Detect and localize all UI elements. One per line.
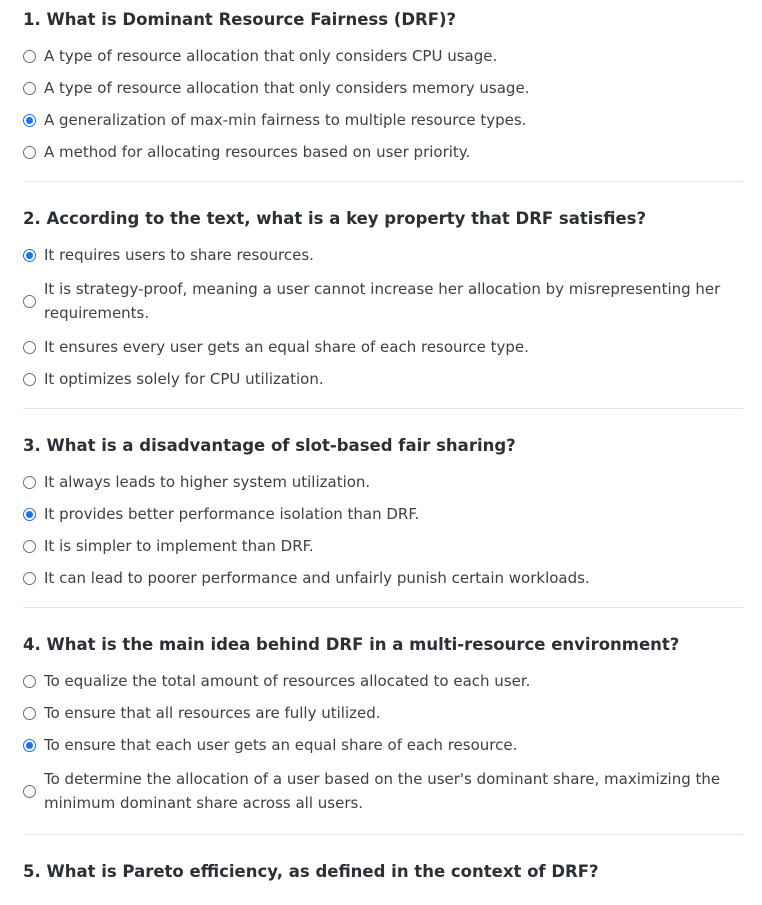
radio-unselected-icon[interactable] [23, 81, 36, 95]
question-5: 5. What is Pareto efficiency, as defined… [23, 860, 743, 905]
radio-selected-icon[interactable] [23, 738, 36, 752]
radio-selected-icon[interactable] [23, 113, 36, 127]
answer-option-label: To ensure that all resources are fully u… [44, 704, 381, 722]
question-4: 4. What is the main idea behind DRF in a… [23, 633, 743, 835]
answer-option[interactable]: To equalize the total amount of resource… [23, 665, 743, 697]
question-3: 3. What is a disadvantage of slot-based … [23, 434, 743, 608]
question-title: 1. What is Dominant Resource Fairness (D… [23, 10, 457, 29]
radio-unselected-icon[interactable] [23, 294, 36, 308]
radio-unselected-icon[interactable] [23, 571, 36, 585]
answer-option-label: A type of resource allocation that only … [44, 79, 530, 97]
quiz-container: 1. What is Dominant Resource Fairness (D… [0, 0, 762, 905]
question-2: 2. According to the text, what is a key … [23, 207, 743, 409]
radio-unselected-icon[interactable] [23, 539, 36, 553]
answer-option[interactable]: It requires users to share resources. [23, 239, 743, 271]
radio-unselected-icon[interactable] [23, 475, 36, 489]
radio-unselected-icon[interactable] [23, 145, 36, 159]
answer-option-label: To equalize the total amount of resource… [44, 672, 531, 690]
question-title: 4. What is the main idea behind DRF in a… [23, 635, 680, 654]
radio-selected-icon[interactable] [23, 248, 36, 262]
answer-option[interactable]: A method for allocating resources based … [23, 136, 743, 168]
question-1: 1. What is Dominant Resource Fairness (D… [23, 8, 743, 182]
answer-option[interactable]: A type of resource allocation that only … [23, 72, 743, 104]
answer-option[interactable]: It provides better performance isolation… [23, 498, 743, 530]
answer-option-label: A type of resource allocation that only … [44, 47, 498, 65]
answer-option-label: To ensure that each user gets an equal s… [44, 736, 518, 754]
answer-option[interactable]: To ensure that each user gets an equal s… [23, 729, 743, 761]
answer-option-label: A method for allocating resources based … [44, 143, 471, 161]
answer-option-label: It optimizes solely for CPU utilization. [44, 370, 324, 388]
answer-option-label: It provides better performance isolation… [44, 505, 420, 523]
question-title: 2. According to the text, what is a key … [23, 209, 647, 228]
radio-unselected-icon[interactable] [23, 340, 36, 354]
answer-option-label: It is strategy-proof, meaning a user can… [44, 280, 721, 322]
answer-option-label: It ensures every user gets an equal shar… [44, 338, 529, 356]
radio-unselected-icon[interactable] [23, 784, 36, 798]
answer-option[interactable]: It can lead to poorer performance and un… [23, 562, 743, 594]
answer-option[interactable]: It is simpler to implement than DRF. [23, 530, 743, 562]
answer-option-label: It always leads to higher system utiliza… [44, 473, 371, 491]
radio-unselected-icon[interactable] [23, 674, 36, 688]
answer-option-label: It can lead to poorer performance and un… [44, 569, 590, 587]
answer-option-label: To determine the allocation of a user ba… [44, 770, 721, 812]
radio-selected-icon[interactable] [23, 507, 36, 521]
radio-unselected-icon[interactable] [23, 706, 36, 720]
radio-unselected-icon[interactable] [23, 49, 36, 63]
answer-option[interactable]: It ensures every user gets an equal shar… [23, 331, 743, 363]
answer-option-label: It requires users to share resources. [44, 246, 314, 264]
radio-unselected-icon[interactable] [23, 372, 36, 386]
answer-option-label: A generalization of max-min fairness to … [44, 111, 527, 129]
answer-option[interactable]: A generalization of max-min fairness to … [23, 104, 743, 136]
answer-option-label: It is simpler to implement than DRF. [44, 537, 314, 555]
answer-option[interactable]: It always leads to higher system utiliza… [23, 466, 743, 498]
answer-option[interactable]: It is strategy-proof, meaning a user can… [23, 271, 743, 331]
question-title: 5. What is Pareto efficiency, as defined… [23, 862, 599, 881]
question-title: 3. What is a disadvantage of slot-based … [23, 436, 516, 455]
answer-option[interactable]: It optimizes solely for CPU utilization. [23, 363, 743, 395]
answer-option[interactable]: To ensure that all resources are fully u… [23, 697, 743, 729]
answer-option[interactable]: To determine the allocation of a user ba… [23, 761, 743, 821]
answer-option[interactable]: A type of resource allocation that only … [23, 40, 743, 72]
